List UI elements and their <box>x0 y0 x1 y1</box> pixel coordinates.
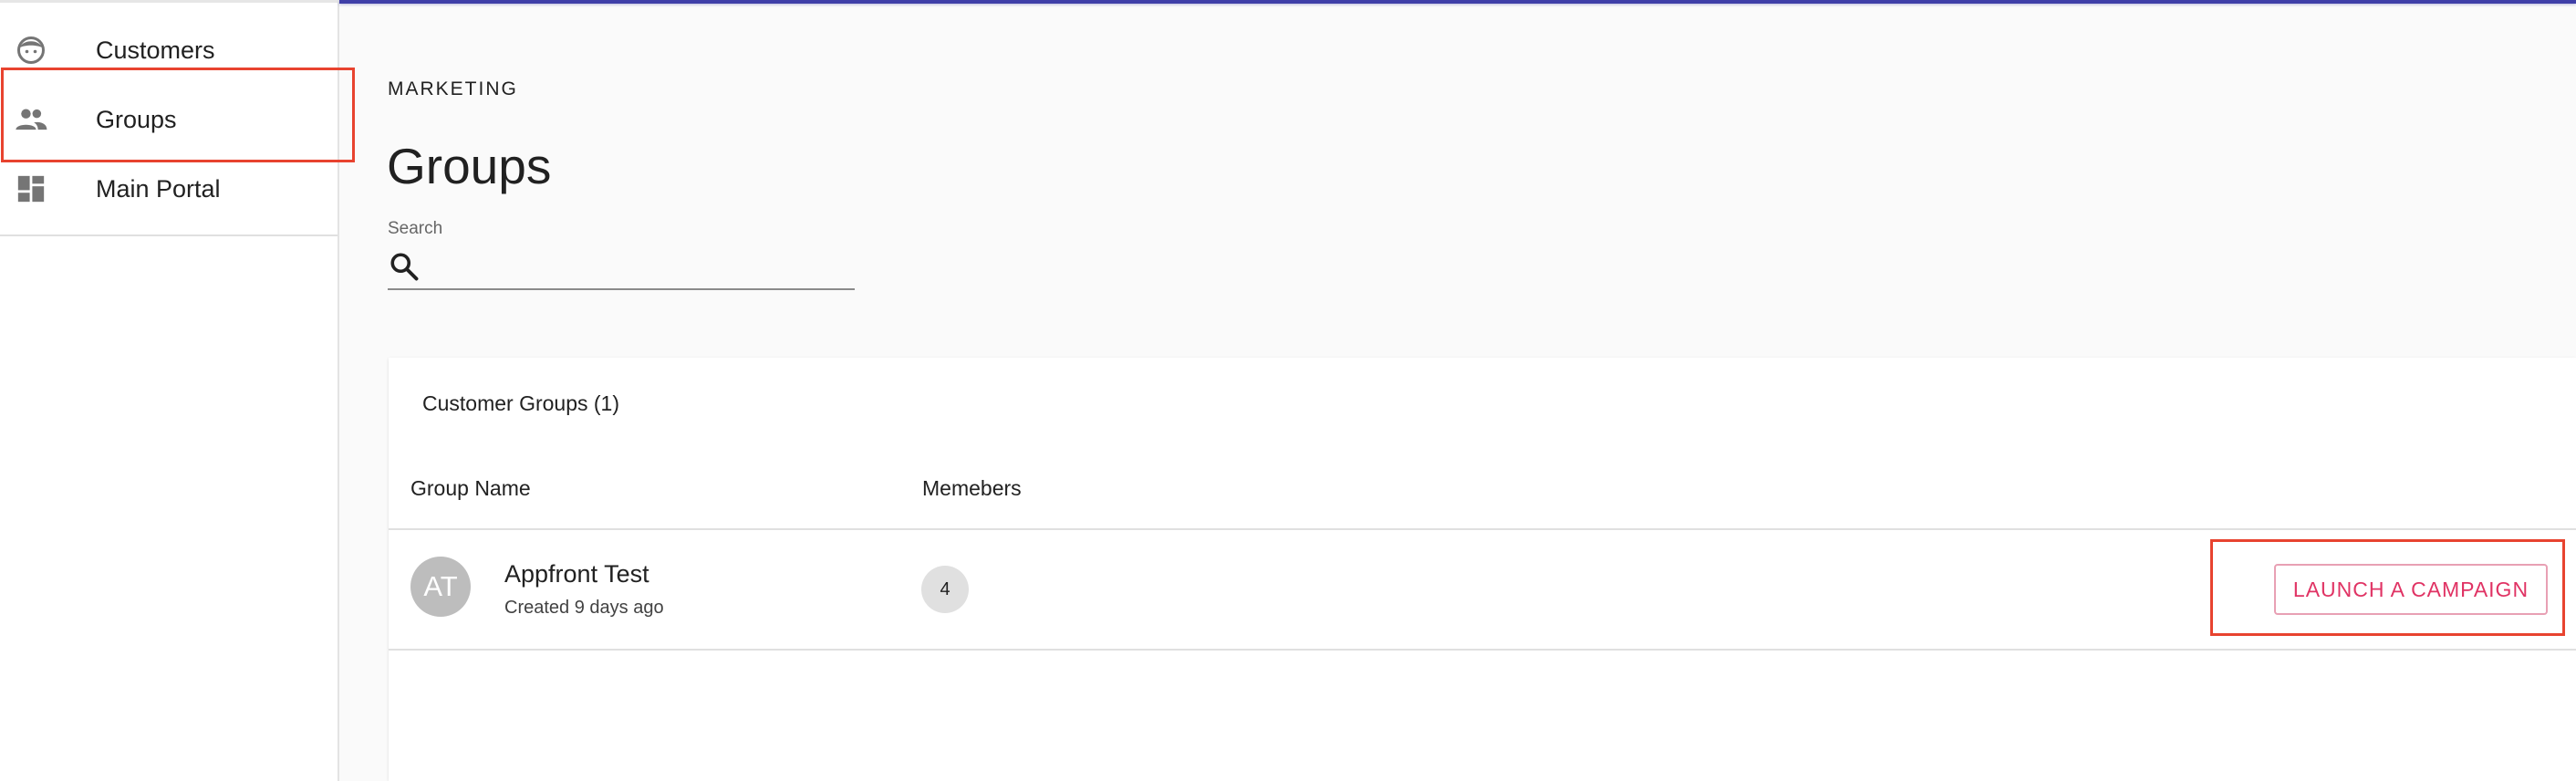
people-icon <box>13 101 49 138</box>
top-accent-bar <box>339 0 2576 4</box>
sidebar-top-border <box>0 0 339 3</box>
dashboard-icon <box>13 171 49 207</box>
sidebar-item-label: Main Portal <box>96 174 221 203</box>
search-icon <box>388 250 421 283</box>
card-title: Customer Groups (1) <box>422 391 620 415</box>
search-field[interactable] <box>388 246 855 290</box>
page-title: Groups <box>387 138 552 194</box>
header-divider <box>389 528 2576 530</box>
section-label: MARKETING <box>388 78 518 99</box>
row-divider <box>389 649 2576 651</box>
customer-groups-card: Customer Groups (1) Group Name Memebers … <box>389 358 2576 781</box>
sidebar-divider <box>0 234 338 236</box>
sidebar-item-label: Customers <box>96 36 215 64</box>
group-created: Created 9 days ago <box>504 598 664 618</box>
sidebar-item-customers[interactable]: Customers <box>0 16 338 85</box>
search-input[interactable] <box>430 250 853 285</box>
search-label: Search <box>388 219 443 238</box>
face-icon <box>13 32 49 68</box>
avatar: AT <box>410 557 471 617</box>
sidebar-item-label: Groups <box>96 105 177 133</box>
sidebar-item-groups[interactable]: Groups <box>0 85 338 154</box>
member-count-badge: 4 <box>921 566 969 613</box>
launch-campaign-button[interactable]: LAUNCH A CAMPAIGN <box>2274 564 2548 615</box>
sidebar-item-main-portal[interactable]: Main Portal <box>0 154 338 224</box>
column-header-members[interactable]: Memebers <box>922 476 1022 501</box>
sidebar: Customers Groups Main Portal <box>0 0 339 781</box>
column-header-group-name[interactable]: Group Name <box>410 476 531 501</box>
group-name: Appfront Test <box>504 560 649 588</box>
